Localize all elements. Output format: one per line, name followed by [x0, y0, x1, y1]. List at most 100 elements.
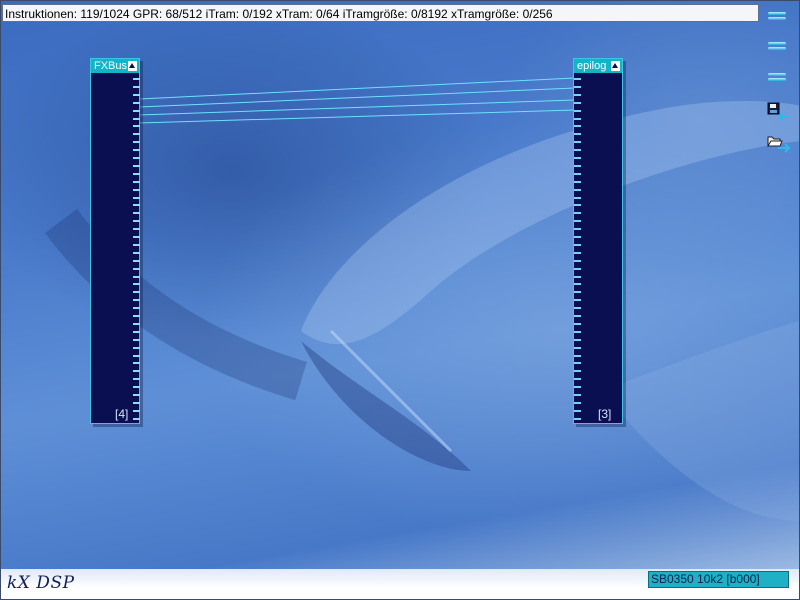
input-pin[interactable]	[574, 362, 581, 365]
input-pin[interactable]	[574, 164, 581, 167]
input-pin[interactable]	[574, 409, 581, 412]
output-pin[interactable]	[133, 125, 140, 128]
input-pin[interactable]	[574, 299, 581, 302]
input-pin[interactable]	[574, 85, 581, 88]
output-pin[interactable]	[133, 370, 140, 373]
output-pin[interactable]	[133, 401, 140, 404]
input-pin[interactable]	[574, 109, 581, 112]
output-pin[interactable]	[133, 346, 140, 349]
output-pin[interactable]	[133, 172, 140, 175]
output-pin[interactable]	[133, 259, 140, 262]
input-pin[interactable]	[574, 251, 581, 254]
input-pin[interactable]	[574, 212, 581, 215]
output-pin[interactable]	[133, 117, 140, 120]
input-pin[interactable]	[574, 378, 581, 381]
menu-button-3[interactable]	[765, 68, 789, 88]
output-pin[interactable]	[133, 236, 140, 238]
output-pin[interactable]	[133, 212, 140, 215]
output-pin[interactable]	[133, 180, 140, 183]
output-pin[interactable]	[133, 93, 140, 96]
input-pin[interactable]	[574, 228, 581, 231]
output-pin[interactable]	[133, 157, 140, 159]
output-pin[interactable]	[133, 283, 140, 286]
input-pin[interactable]	[574, 322, 581, 325]
output-pin[interactable]	[133, 188, 140, 191]
output-pin[interactable]	[133, 101, 140, 104]
output-pin[interactable]	[133, 196, 140, 199]
output-pin[interactable]	[133, 338, 140, 341]
input-pin[interactable]	[574, 315, 581, 317]
save-settings-button[interactable]	[766, 101, 792, 123]
output-pin[interactable]	[133, 322, 140, 325]
input-pin[interactable]	[574, 133, 581, 136]
output-pin[interactable]	[133, 409, 140, 412]
input-pin[interactable]	[574, 259, 581, 262]
output-pin[interactable]	[133, 291, 140, 294]
output-pin[interactable]	[133, 228, 140, 231]
input-pin[interactable]	[574, 196, 581, 199]
output-pin[interactable]	[133, 141, 140, 144]
input-pin[interactable]	[574, 101, 581, 104]
output-pin[interactable]	[133, 78, 140, 80]
output-pin[interactable]	[133, 267, 140, 270]
input-pin[interactable]	[574, 236, 581, 238]
input-pin[interactable]	[574, 204, 581, 207]
collapse-arrow-icon[interactable]	[128, 61, 137, 71]
output-pin[interactable]	[133, 275, 140, 278]
output-pin[interactable]	[133, 85, 140, 88]
input-pin[interactable]	[574, 275, 581, 278]
output-pin[interactable]	[133, 243, 140, 246]
output-pin[interactable]	[133, 394, 140, 396]
output-pin[interactable]	[133, 362, 140, 365]
input-pin[interactable]	[574, 401, 581, 404]
output-pin[interactable]	[133, 299, 140, 302]
output-pin[interactable]	[133, 354, 140, 357]
output-pin[interactable]	[133, 109, 140, 112]
output-pin[interactable]	[133, 417, 140, 420]
output-pin[interactable]	[133, 386, 140, 389]
load-settings-button[interactable]	[766, 133, 792, 155]
output-pin[interactable]	[133, 315, 140, 317]
dsp-workspace[interactable]: FXBus [4] epilog [3]	[1, 1, 799, 569]
input-pin[interactable]	[574, 188, 581, 191]
menu-button-2[interactable]	[765, 37, 789, 57]
input-pin[interactable]	[574, 125, 581, 128]
output-pin[interactable]	[133, 204, 140, 207]
input-pin[interactable]	[574, 117, 581, 120]
output-pin[interactable]	[133, 133, 140, 136]
menu-button-1[interactable]	[765, 7, 789, 27]
input-pin[interactable]	[574, 417, 581, 420]
output-pin[interactable]	[133, 330, 140, 333]
input-pin[interactable]	[574, 394, 581, 396]
input-pin[interactable]	[574, 78, 581, 80]
input-pin[interactable]	[574, 307, 581, 310]
collapse-arrow-icon[interactable]	[611, 61, 620, 71]
input-pin[interactable]	[574, 291, 581, 294]
input-pin[interactable]	[574, 346, 581, 349]
output-pin[interactable]	[133, 307, 140, 310]
input-pin[interactable]	[574, 93, 581, 96]
input-pin[interactable]	[574, 172, 581, 175]
input-pin[interactable]	[574, 386, 581, 389]
input-pin[interactable]	[574, 149, 581, 152]
input-pin[interactable]	[574, 220, 581, 223]
sound-card-id-badge[interactable]: SB0350 10k2 [b000]	[648, 571, 789, 588]
input-pin[interactable]	[574, 157, 581, 159]
input-pin[interactable]	[574, 370, 581, 373]
input-pin[interactable]	[574, 330, 581, 333]
output-pin[interactable]	[133, 149, 140, 152]
output-pin[interactable]	[133, 378, 140, 381]
input-pin[interactable]	[574, 141, 581, 144]
output-pin[interactable]	[133, 220, 140, 223]
plugin-io-count: [4]	[115, 407, 129, 421]
input-pin[interactable]	[574, 283, 581, 286]
input-pin[interactable]	[574, 243, 581, 246]
output-pin[interactable]	[133, 251, 140, 254]
input-pin[interactable]	[574, 267, 581, 270]
output-pin[interactable]	[133, 164, 140, 167]
plugin-epilog[interactable]: epilog [3]	[573, 58, 623, 424]
plugin-fxbus[interactable]: FXBus [4]	[90, 58, 140, 424]
input-pin[interactable]	[574, 180, 581, 183]
input-pin[interactable]	[574, 338, 581, 341]
input-pin[interactable]	[574, 354, 581, 357]
